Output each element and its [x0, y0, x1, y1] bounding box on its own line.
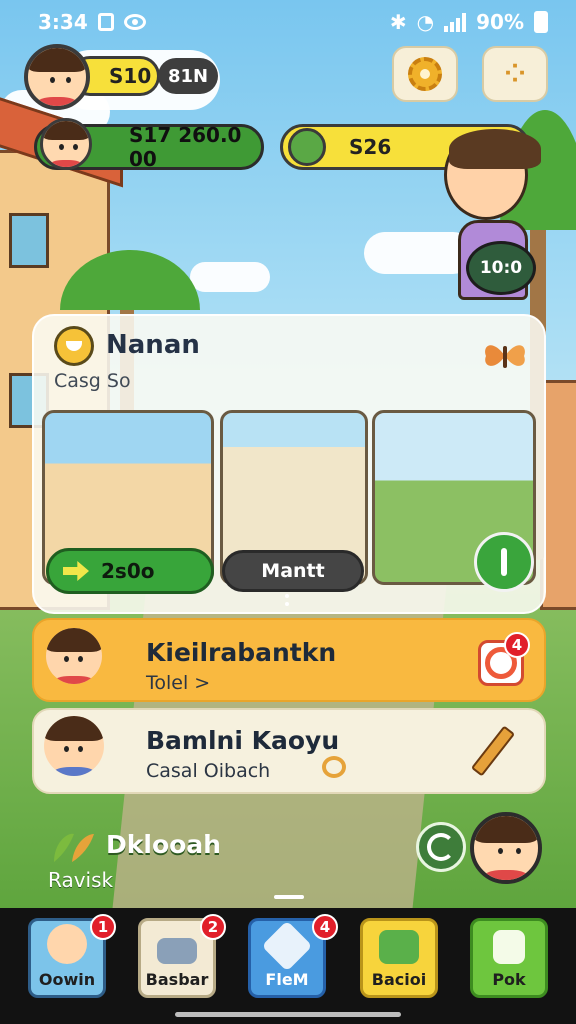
- gear-icon: [408, 57, 442, 91]
- swirl-icon: [322, 756, 346, 778]
- home-icon: [54, 326, 94, 366]
- list-item-avatar: [44, 716, 104, 776]
- play-button-label: 2s0o: [101, 559, 155, 583]
- car-icon: [157, 938, 197, 964]
- npc-head: [444, 129, 541, 220]
- play-button[interactable]: 2s0o: [46, 548, 214, 594]
- nav-item-pok[interactable]: Pok: [470, 918, 548, 998]
- balance-value: S17 260.0 00: [129, 123, 242, 171]
- nav-item-label: FleM: [265, 970, 309, 989]
- bluetooth-icon: ✱: [389, 10, 407, 34]
- document-icon: [493, 930, 525, 964]
- plant-icon: [54, 833, 94, 862]
- nav-badge: 2: [200, 914, 226, 940]
- status-time: 3:34: [38, 10, 88, 34]
- nav-item-label: Bacioi: [371, 970, 427, 989]
- panel-subtitle: Casg So: [54, 370, 131, 392]
- check-map-icon: [261, 920, 313, 972]
- section-subtitle: Ravisk: [48, 868, 114, 892]
- more-button[interactable]: ⁘: [482, 46, 548, 102]
- list-item[interactable]: Bamlni Kaoyu Casal Oibach: [32, 708, 546, 794]
- compass-icon: [288, 128, 326, 166]
- level-pill: 81N: [158, 58, 218, 94]
- nav-item-label: Oowin: [38, 970, 96, 989]
- butterfly-icon: [485, 345, 525, 368]
- swipe-handle[interactable]: [274, 895, 304, 899]
- player-avatar[interactable]: [24, 44, 90, 110]
- level-value: 81N: [167, 65, 209, 87]
- panel-title: Nanan: [106, 330, 200, 360]
- nav-item-social[interactable]: Bacioi: [360, 918, 438, 998]
- house-window: [9, 213, 49, 268]
- battery-icon: [534, 11, 548, 33]
- battery-percent: 90%: [476, 10, 524, 34]
- timer-badge: 10:0: [466, 241, 536, 295]
- settings-button[interactable]: [392, 46, 458, 102]
- list-item-subtitle: Tolel >: [146, 672, 211, 694]
- nav-badge: 1: [90, 914, 116, 940]
- eye-icon: [123, 14, 146, 30]
- nav-badge: 4: [312, 914, 338, 940]
- status-bar: 3:34 ✱ ◔ 90%: [0, 0, 576, 44]
- list-item-avatar: [46, 628, 102, 684]
- nav-item-label: Basbar: [145, 970, 209, 989]
- notification-square-icon: [97, 13, 114, 31]
- dots-grid-icon: ⁘: [504, 59, 526, 89]
- page-indicator: [285, 594, 291, 612]
- balance-avatar: [40, 118, 92, 170]
- nav-item-label: Pok: [492, 970, 526, 989]
- gems-value: S26: [349, 135, 392, 159]
- market-button[interactable]: Mantt: [222, 550, 364, 592]
- character-icon: [47, 924, 87, 964]
- market-button-label: Mantt: [261, 560, 325, 582]
- arrow-right-icon: [63, 561, 89, 581]
- timer-value: 10:0: [479, 258, 523, 278]
- list-item-title: Bamlni Kaoyu: [146, 726, 340, 755]
- info-button[interactable]: [474, 532, 534, 592]
- wifi-icon: ◔: [416, 10, 435, 34]
- friend-avatar[interactable]: [470, 812, 542, 884]
- map-icon: [379, 930, 419, 964]
- cloud: [190, 262, 270, 292]
- notification-badge: 4: [504, 632, 530, 658]
- list-item-title: Kieilrabantkn: [146, 638, 337, 667]
- home-indicator[interactable]: [175, 1012, 401, 1017]
- signal-icon: [444, 12, 467, 32]
- list-item[interactable]: Kieilrabantkn Tolel >: [32, 618, 546, 702]
- refresh-button[interactable]: [416, 822, 466, 872]
- coins-value: S10: [109, 64, 152, 88]
- section-title: Dklooah: [106, 830, 221, 859]
- list-item-subtitle: Casal Oibach: [146, 760, 271, 782]
